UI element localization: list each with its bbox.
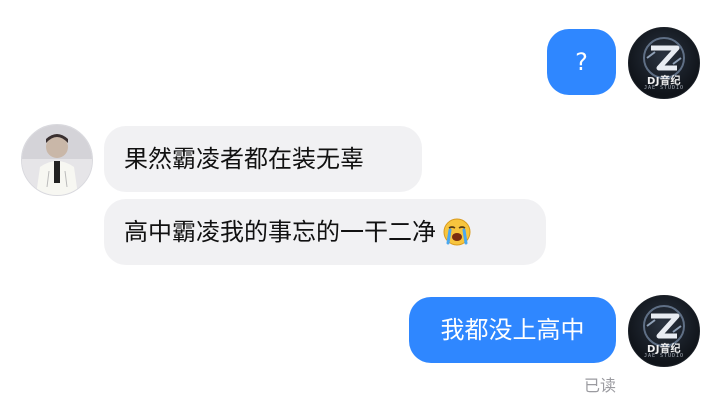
person-photo-icon [22,125,92,195]
self-avatar[interactable]: DJ音纪 JAE STUDIO [628,27,700,99]
read-receipt: 已读 [583,376,616,395]
incoming-message-bubble[interactable]: 高中霸凌我的事忘的一干二净 [104,199,546,265]
message-text: 我都没上高中 [440,316,585,344]
loudly-crying-face-icon [443,218,471,246]
incoming-message-bubble[interactable]: 果然霸凌者都在装无辜 [104,126,422,192]
chat-window: ? DJ音纪 JAE STUDIO 果然霸凌者都在装无辜 高中霸凌我的事忘的一干… [0,0,720,405]
outgoing-message-bubble[interactable]: 我都没上高中 [409,297,616,363]
logo-subtext: JAE STUDIO [643,85,685,91]
self-avatar[interactable]: DJ音纪 JAE STUDIO [628,295,700,367]
message-text: 果然霸凌者都在装无辜 [124,145,364,173]
message-text: ? [575,48,588,76]
contact-avatar[interactable] [21,124,93,196]
outgoing-message-bubble[interactable]: ? [547,29,616,95]
message-text: 高中霸凌我的事忘的一干二净 [124,218,436,246]
logo-subtext: JAE STUDIO [643,353,685,359]
